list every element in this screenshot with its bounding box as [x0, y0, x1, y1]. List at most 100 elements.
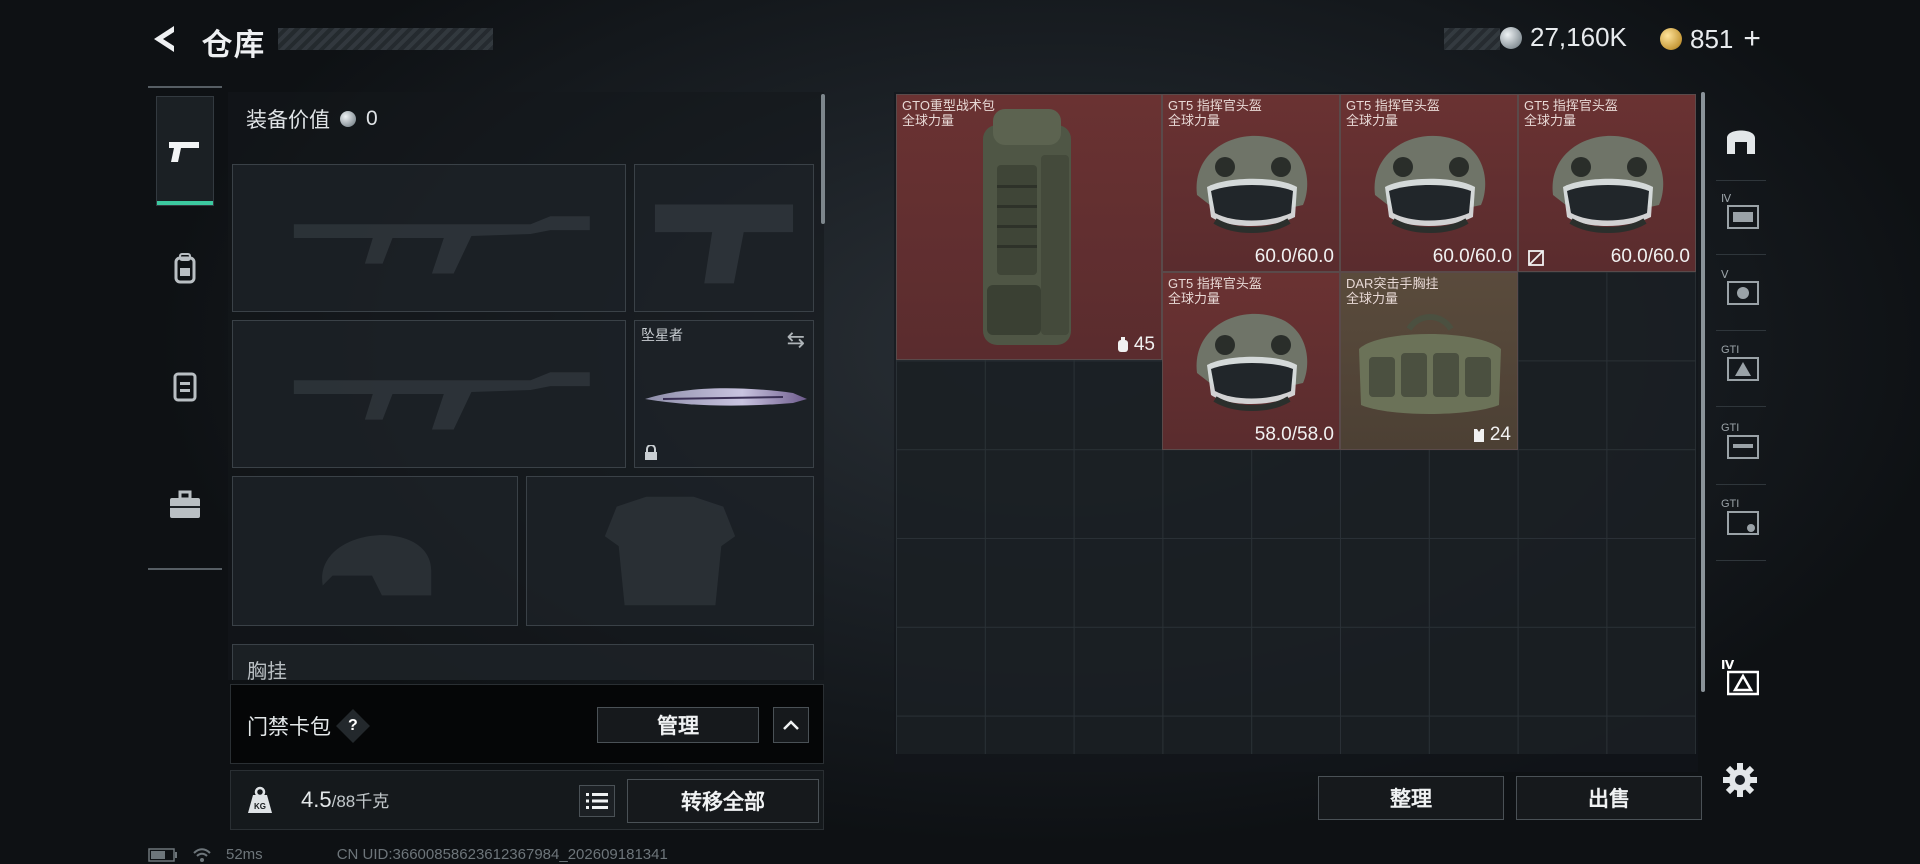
- item-name: GT5 指挥官头盔 全球力量: [1346, 98, 1440, 128]
- equipment-scrollbar[interactable]: [821, 94, 825, 224]
- item-name: GT5 指挥官头盔 全球力量: [1168, 276, 1262, 306]
- equipment-value-label: 装备价值: [246, 109, 330, 132]
- storage-grid: GTO重型战术包 全球力量 45 GT5 指挥官头盔 全球力量 60.0/60.0: [896, 94, 1696, 754]
- transfer-all-button[interactable]: 转移全部: [627, 779, 819, 823]
- tab-divider: [1716, 254, 1766, 255]
- storage-tab-4[interactable]: GTI: [1721, 422, 1761, 462]
- gold-currency: 851 +: [1660, 22, 1761, 56]
- weight-current: 4.5: [301, 787, 332, 812]
- chest-rig-slot[interactable]: 胸挂: [232, 644, 814, 680]
- storage-item-helmet[interactable]: GT5 指挥官头盔 全球力量 58.0/58.0: [1162, 272, 1340, 450]
- chevron-up-icon: [783, 720, 799, 730]
- knife-icon: [645, 388, 807, 406]
- item-name: DAR突击手胸挂 全球力量: [1346, 276, 1439, 306]
- armor-slot[interactable]: [526, 476, 814, 626]
- pistol-icon: [169, 142, 199, 162]
- no-insurance-icon: [1528, 250, 1544, 266]
- equipment-panel: 装备价值 0 坠星者 ⇆ 胸挂: [228, 92, 824, 680]
- currency-decoration: [1444, 28, 1500, 50]
- tabs-divider-bottom: [148, 568, 222, 570]
- storage-item-chest-rig[interactable]: DAR突击手胸挂 全球力量 24: [1340, 272, 1518, 450]
- melee-slot[interactable]: 坠星者 ⇆: [634, 320, 814, 468]
- storage-item-backpack[interactable]: GTO重型战术包 全球力量 45: [896, 94, 1162, 360]
- storage-item-helmet[interactable]: GT5 指挥官头盔 全球力量 60.0/60.0: [1518, 94, 1696, 272]
- helmet-icon: [1552, 135, 1664, 233]
- melee-item-name: 坠星者: [641, 327, 683, 343]
- tab-case[interactable]: [156, 450, 214, 560]
- expand-button[interactable]: [773, 707, 809, 743]
- keycard-label-group: 门禁卡包 ?: [247, 709, 370, 743]
- equipment-category-tabs: [148, 86, 222, 570]
- manage-button[interactable]: 管理: [597, 707, 759, 743]
- item-durability: 58.0/58.0: [1254, 424, 1334, 445]
- lock-icon: [645, 445, 657, 460]
- rifle-silhouette-icon: [293, 372, 590, 430]
- status-bar: 52ms CN UID:366008586236123679​84_202609…: [148, 846, 668, 863]
- list-view-button[interactable]: [579, 785, 615, 817]
- add-currency-button[interactable]: +: [1743, 22, 1761, 56]
- chest-rig-label: 胸挂: [247, 661, 287, 680]
- vest-icon: [173, 372, 197, 402]
- tabs-divider-top: [148, 86, 222, 88]
- storage-tab-5[interactable]: GTI: [1721, 498, 1761, 538]
- sell-button[interactable]: 出售: [1516, 776, 1702, 820]
- tab-divider: [1716, 180, 1766, 181]
- tab-vest[interactable]: [156, 332, 214, 442]
- tab-divider: [1716, 330, 1766, 331]
- weight-bar: KG 4.5/88千克 转移全部: [230, 770, 824, 830]
- weight-icon: KG: [248, 786, 272, 813]
- tab-divider: [1716, 560, 1766, 561]
- page-title: 仓库: [202, 29, 266, 62]
- tab-weapons[interactable]: [156, 96, 214, 206]
- pistol-slot[interactable]: [634, 164, 814, 312]
- item-name: GTO重型战术包 全球力量: [902, 98, 995, 128]
- keycard-case-bar: 门禁卡包 ? 管理: [230, 684, 824, 764]
- item-capacity: 45: [1116, 334, 1155, 356]
- list-icon: [586, 793, 608, 809]
- storage-tab-6-active[interactable]: Ⅳ: [1721, 658, 1761, 698]
- armor-silhouette-icon: [604, 496, 736, 606]
- settings-gear-icon[interactable]: [1722, 762, 1758, 798]
- item-name: GT5 指挥官头盔 全球力量: [1524, 98, 1618, 128]
- equipment-value-amount: 0: [366, 107, 378, 130]
- item-durability: 60.0/60.0: [1432, 246, 1512, 267]
- secondary-weapon-slot[interactable]: [232, 320, 626, 468]
- container-icon: [1727, 205, 1759, 229]
- container-icon: [1727, 281, 1759, 305]
- top-bar: 仓库 27,160K 851 +: [0, 0, 1920, 80]
- silver-coin-icon: [340, 111, 356, 127]
- swap-icon[interactable]: ⇆: [787, 327, 805, 353]
- tab-divider: [1716, 406, 1766, 407]
- item-capacity: 24: [1472, 424, 1511, 446]
- primary-weapon-slot[interactable]: [232, 164, 626, 312]
- storage-item-helmet[interactable]: GT5 指挥官头盔 全球力量 60.0/60.0: [1162, 94, 1340, 272]
- latency-text: 52ms: [226, 846, 263, 863]
- item-durability: 60.0/60.0: [1610, 246, 1690, 267]
- pistol-silhouette-icon: [654, 204, 794, 284]
- storage-panel: GTO重型战术包 全球力量 45 GT5 指挥官头盔 全球力量 60.0/60.0: [894, 92, 1702, 820]
- storage-tab-2[interactable]: Ⅴ: [1721, 268, 1761, 308]
- storage-tab-3[interactable]: GTI: [1721, 344, 1761, 384]
- gold-amount: 851: [1690, 23, 1734, 54]
- help-icon[interactable]: ?: [336, 709, 370, 743]
- vest-icon: [1473, 429, 1484, 442]
- silver-amount: 27,160K: [1530, 22, 1627, 52]
- silver-coin-icon: [1500, 26, 1522, 49]
- wifi-icon: [193, 847, 211, 862]
- uid-text: CN UID:366008586236123679​84_20260918134…: [336, 846, 668, 863]
- rifle-silhouette-icon: [293, 216, 590, 274]
- back-arrow-icon[interactable]: [148, 22, 182, 56]
- tab-backpack[interactable]: [156, 214, 214, 324]
- all-items-icon[interactable]: [1721, 120, 1761, 160]
- title-decoration: [278, 28, 493, 50]
- storage-item-helmet[interactable]: GT5 指挥官头盔 全球力量 60.0/60.0: [1340, 94, 1518, 272]
- weight-max: /88千克: [331, 792, 390, 811]
- backpack-icon: [1117, 337, 1128, 352]
- storage-scrollbar[interactable]: [1701, 92, 1705, 692]
- helmet-icon: [1196, 135, 1308, 233]
- storage-tab-1[interactable]: Ⅳ: [1721, 192, 1761, 232]
- sort-button[interactable]: 整理: [1318, 776, 1504, 820]
- item-durability: 60.0/60.0: [1254, 246, 1334, 267]
- helmet-slot[interactable]: [232, 476, 518, 626]
- tactical-backpack-icon: [983, 109, 1071, 345]
